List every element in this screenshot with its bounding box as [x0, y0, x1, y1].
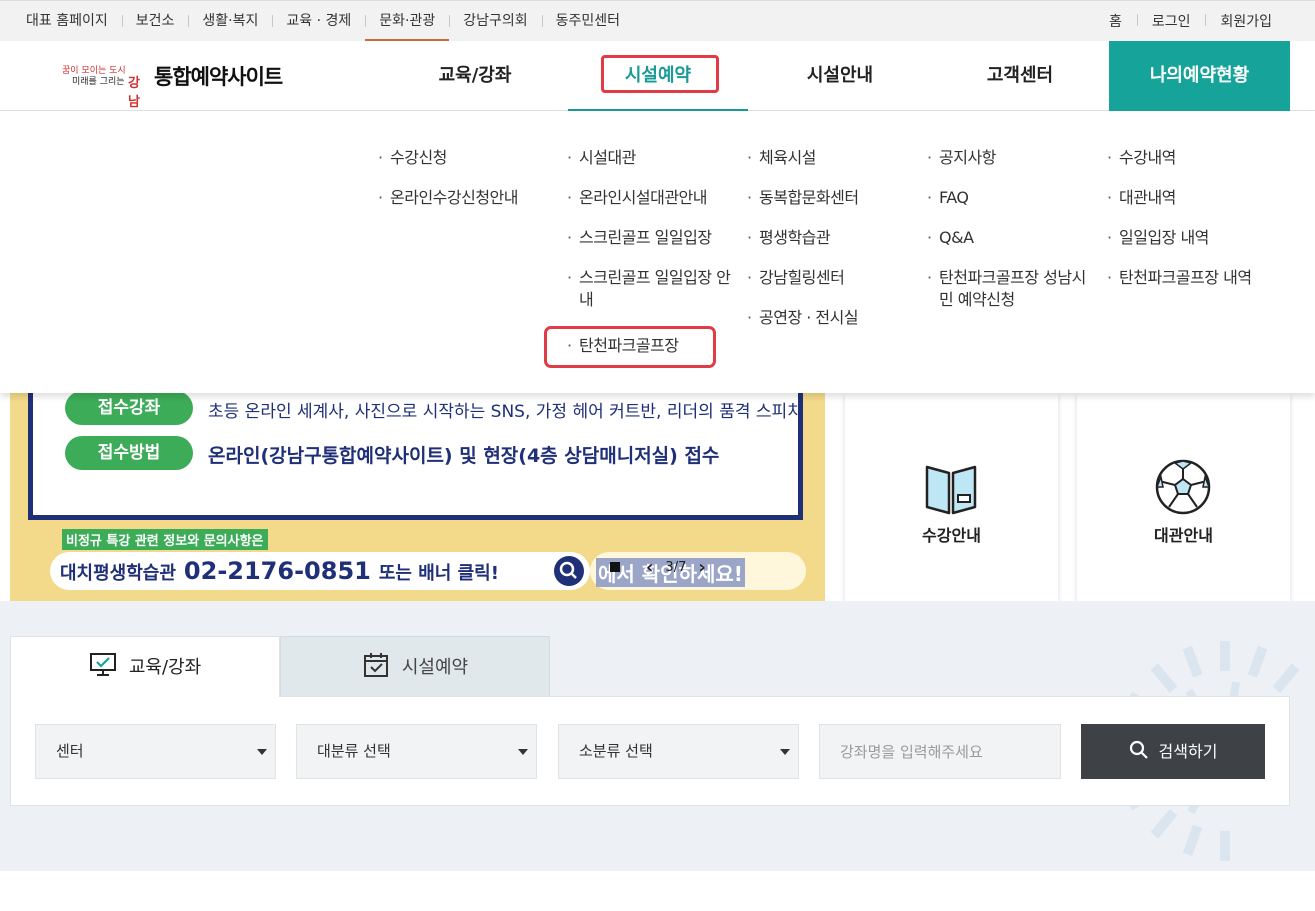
minor-category-select[interactable]: 소분류 선택 — [558, 724, 799, 779]
submenu-item-culture-center[interactable]: 동복합문화센터 — [747, 187, 859, 209]
submenu-customer-center: 공지사항 FAQ Q&A 탄천파크골프장 성남시민 예약신청 — [927, 147, 1097, 329]
topbar-link-welfare[interactable]: 생활·복지 — [188, 1, 272, 41]
caret-down-icon — [780, 749, 790, 755]
site-header: 꿈이 모이는 도시 미래를 그리는 강남 통합예약사이트 교육/강좌 시설예약 … — [0, 41, 1315, 111]
banner-courses-text: 초등 온라인 세계사, 사진으로 시작하는 SNS, 가정 헤어 커트반, 리더… — [208, 402, 803, 422]
tab-facility[interactable]: 시설예약 — [280, 636, 550, 697]
center-select-value: 센터 — [56, 742, 84, 760]
submenu-item-theater-gallery[interactable]: 공연장 · 전시실 — [747, 307, 859, 329]
search-section: 교육/강좌 시설예약 센터 대분류 선택 소분류 선택 검색하기 — [0, 601, 1315, 871]
banner-ribbon: 비정규 특강 관련 정보와 문의사항은 — [62, 529, 268, 550]
minor-category-value: 소분류 선택 — [579, 742, 653, 760]
banner-phone: 대치평생학습관 02-2176-0851 또는 배너 클릭! — [50, 552, 590, 590]
banner-board: 접수강좌 초등 온라인 세계사, 사진으로 시작하는 SNS, 가정 헤어 커트… — [28, 393, 803, 520]
submenu-item-qna[interactable]: Q&A — [927, 227, 1097, 249]
family-site-links: 대표 홈페이지 보건소 생활·복지 교육 · 경제 문화·관광 강남구의회 동주… — [12, 1, 634, 41]
submenu-facility: 시설대관 온라인시설대관안내 스크린골프 일일입장 스크린골프 일일입장 안내 … — [544, 147, 737, 383]
topbar-link-community-center[interactable]: 동주민센터 — [541, 1, 634, 41]
slider-next-icon[interactable]: › — [698, 557, 705, 578]
gnb-info-label: 시설안내 — [806, 65, 874, 86]
tab-facility-label: 시설예약 — [401, 657, 469, 678]
mega-menu: 수강신청 온라인수강신청안내 시설대관 온라인시설대관안내 스크린골프 일일입장… — [0, 111, 1315, 393]
submenu-facility-info: 체육시설 동복합문화센터 평생학습관 강남힐링센터 공연장 · 전시실 — [747, 147, 859, 347]
gangnam-logo-mark: 꿈이 모이는 도시 미래를 그리는 강남 — [62, 63, 148, 110]
banner-phone-tail: 또는 배너 클릭! — [378, 563, 499, 584]
submenu-item-sports-facility[interactable]: 체육시설 — [747, 147, 859, 169]
submenu-item-lifelong-learning[interactable]: 평생학습관 — [747, 227, 859, 249]
submenu-item-facility-rental[interactable]: 시설대관 — [567, 147, 737, 169]
home-link[interactable]: 홈 — [1094, 11, 1137, 31]
tab-education[interactable]: 교육/강좌 — [10, 636, 280, 697]
submenu-item-rental-history[interactable]: 대관내역 — [1107, 187, 1252, 209]
course-keyword-input[interactable] — [819, 724, 1061, 779]
highlight-box — [601, 55, 719, 93]
submenu-item-notice[interactable]: 공지사항 — [927, 147, 1097, 169]
banner-phone-number: 02-2176-0851 — [183, 557, 371, 585]
center-select[interactable]: 센터 — [35, 724, 276, 779]
book-icon — [925, 465, 977, 515]
logo-gangnam: 강남 — [128, 76, 140, 110]
tab-education-label: 교육/강좌 — [128, 657, 202, 678]
logo-tagline-2: 미래를 그리는 — [72, 77, 125, 87]
slider-stop-button[interactable] — [610, 562, 620, 572]
submenu-my-reservations: 수강내역 대관내역 일일입장 내역 탄천파크골프장 내역 — [1107, 147, 1252, 307]
banner-method-text: 온라인(강남구통합예약사이트) 및 현장(4층 상담매니저실) 접수 — [208, 445, 720, 467]
gnb-cs-label: 고객센터 — [986, 65, 1054, 86]
page-footer-area — [0, 871, 1315, 911]
banner-phone-org: 대치평생학습관 — [60, 563, 176, 584]
calendar-check-icon — [363, 653, 388, 677]
submenu-item-course-history[interactable]: 수강내역 — [1107, 147, 1252, 169]
login-link[interactable]: 로그인 — [1136, 11, 1206, 31]
submenu-item-healing-center[interactable]: 강남힐링센터 — [747, 267, 859, 289]
submenu-item-faq[interactable]: FAQ — [927, 187, 1097, 209]
submenu-item-online-rental-guide[interactable]: 온라인시설대관안내 — [567, 187, 737, 209]
gnb-education[interactable]: 교육/강좌 — [395, 41, 555, 111]
topbar-link-council[interactable]: 강남구의회 — [449, 1, 541, 41]
slider-counter: 3/7 — [665, 559, 687, 575]
major-category-value: 대분류 선택 — [317, 742, 391, 760]
quick-card-lecture-label: 수강안내 — [922, 526, 981, 545]
submenu-item-daily-history[interactable]: 일일입장 내역 — [1107, 227, 1252, 249]
caret-down-icon — [518, 749, 528, 755]
quick-card-lecture-guide[interactable]: 수강안내 — [845, 393, 1058, 601]
gnb-education-label: 교육/강좌 — [438, 65, 512, 86]
gnb-my-reservations[interactable]: 나의예약현황 — [1109, 41, 1290, 111]
site-title: 통합예약사이트 — [154, 65, 283, 89]
banner-search-icon — [554, 556, 584, 586]
banner-pill-courses: 접수강좌 — [65, 393, 193, 425]
banner-slider-controls: ‹ 3/7 › — [610, 557, 706, 578]
topbar-link-main-homepage[interactable]: 대표 홈페이지 — [12, 1, 122, 41]
gnb-my-label: 나의예약현황 — [1149, 65, 1250, 86]
submenu-item-golf-history[interactable]: 탄천파크골프장 내역 — [1107, 267, 1252, 289]
submenu-item-screen-golf-daily[interactable]: 스크린골프 일일입장 — [567, 227, 737, 249]
topbar-link-health-center[interactable]: 보건소 — [121, 1, 189, 41]
gnb-facility-info[interactable]: 시설안내 — [750, 41, 930, 111]
topbar-link-education-economy[interactable]: 교육 · 경제 — [272, 1, 365, 41]
submenu-item-course-apply[interactable]: 수강신청 — [378, 147, 518, 169]
major-category-select[interactable]: 대분류 선택 — [296, 724, 537, 779]
user-links: 홈 로그인 회원가입 — [1094, 1, 1287, 41]
slider-prev-icon[interactable]: ‹ — [646, 557, 653, 578]
submenu-item-screen-golf-guide[interactable]: 스크린골프 일일입장 안내 — [567, 267, 737, 311]
caret-down-icon — [257, 749, 267, 755]
quick-card-rental-label: 대관안내 — [1154, 526, 1213, 545]
submenu-item-online-course-guide[interactable]: 온라인수강신청안내 — [378, 187, 518, 209]
soccer-ball-icon — [1155, 459, 1211, 515]
search-button[interactable]: 검색하기 — [1081, 724, 1265, 779]
signup-link[interactable]: 회원가입 — [1205, 11, 1287, 31]
search-button-label: 검색하기 — [1158, 744, 1218, 761]
submenu-education: 수강신청 온라인수강신청안내 — [378, 147, 518, 227]
search-form: 센터 대분류 선택 소분류 선택 검색하기 — [10, 696, 1290, 806]
submenu-item-seongnam-golf[interactable]: 탄천파크골프장 성남시민 예약신청 — [927, 267, 1097, 311]
submenu-item-tancheon-park-golf[interactable]: 탄천파크골프장 — [544, 326, 716, 368]
gnb-customer-center[interactable]: 고객센터 — [930, 41, 1110, 111]
monitor-check-icon — [89, 653, 116, 676]
top-utility-bar: 대표 홈페이지 보건소 생활·복지 교육 · 경제 문화·관광 강남구의회 동주… — [0, 0, 1315, 41]
banner-pill-method: 접수방법 — [65, 436, 193, 470]
search-icon — [1129, 740, 1148, 759]
gnb-facility-reservation[interactable]: 시설예약 — [568, 41, 748, 111]
quick-card-rental-guide[interactable]: 대관안내 — [1077, 393, 1290, 601]
topbar-link-culture-tourism[interactable]: 문화·관광 — [365, 1, 450, 41]
site-logo[interactable]: 꿈이 모이는 도시 미래를 그리는 강남 통합예약사이트 — [62, 61, 283, 110]
